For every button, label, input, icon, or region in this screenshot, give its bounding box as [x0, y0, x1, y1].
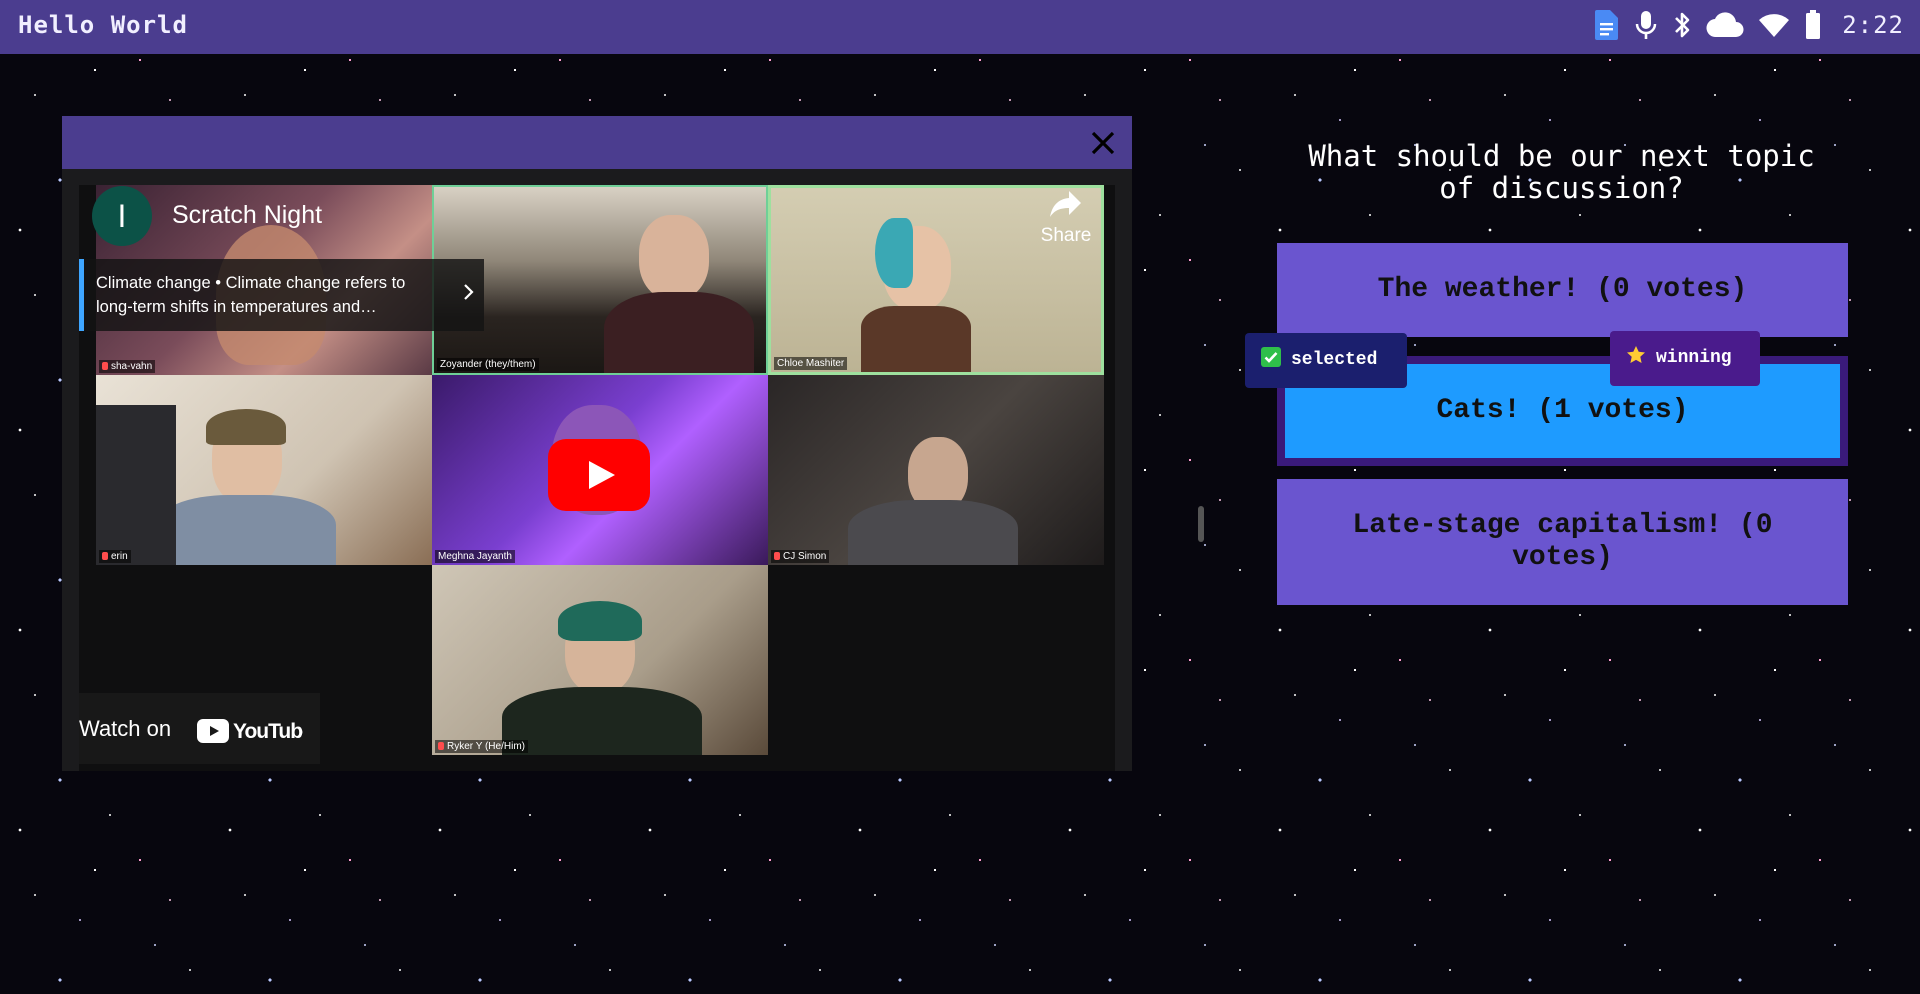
poll-option-label: Late-stage capitalism! (0 votes) — [1352, 510, 1773, 573]
youtube-player[interactable]: sha-vahn Zoyander (they/them) Chloe Mash… — [79, 185, 1115, 771]
info-card[interactable]: Climate change • Climate change refers t… — [79, 259, 484, 331]
microphone-icon — [1634, 10, 1658, 40]
poll-option-late-stage-capitalism[interactable]: Late-stage capitalism! (0 votes) — [1277, 479, 1848, 605]
watch-on-youtube-button[interactable]: Watch on YouTube — [79, 693, 320, 764]
selected-badge-label: selected — [1291, 350, 1378, 370]
winning-badge-label: winning — [1656, 348, 1732, 368]
poll-option-weather[interactable]: The weather! (0 votes) — [1277, 243, 1848, 337]
star-icon — [1626, 334, 1646, 363]
share-icon — [1050, 191, 1081, 217]
participant-name-label: sha-vahn — [99, 360, 156, 373]
check-icon — [1261, 336, 1281, 367]
close-button[interactable] — [1088, 128, 1118, 158]
bluetooth-icon — [1672, 10, 1692, 40]
participant-name-label: CJ Simon — [771, 550, 830, 563]
play-button[interactable] — [548, 439, 650, 511]
participant-name-label: Ryker Y (He/Him) — [435, 740, 528, 753]
cloud-icon — [1706, 12, 1744, 38]
selected-badge: selected — [1245, 333, 1407, 388]
video-header: I Scratch Night Share — [79, 185, 1115, 255]
participant-name-label: Meghna Jayanth — [435, 550, 515, 563]
share-label: Share — [1040, 225, 1092, 246]
participant-name-label: Zoyander (they/them) — [437, 358, 539, 371]
participant-tile: Ryker Y (He/Him) — [432, 565, 768, 755]
info-card-text: Climate change • Climate change refers t… — [96, 274, 406, 316]
video-popup: sha-vahn Zoyander (they/them) Chloe Mash… — [62, 116, 1132, 771]
watch-on-label: Watch on — [79, 716, 172, 741]
svg-text:YouTube: YouTube — [233, 720, 303, 743]
clock: 2:22 — [1842, 11, 1904, 39]
document-icon[interactable] — [1594, 10, 1620, 40]
status-icons: 2:22 — [1594, 10, 1904, 40]
video-popup-titlebar — [62, 116, 1132, 169]
chevron-right-icon — [464, 284, 474, 300]
video-title[interactable]: Scratch Night — [172, 201, 322, 230]
participant-tile: erin — [96, 375, 432, 565]
channel-avatar[interactable]: I — [92, 186, 152, 246]
poll-question: What should be our next topic of discuss… — [1308, 139, 1815, 205]
poll-option-label: The weather! (0 votes) — [1377, 274, 1748, 305]
participant-name-label: Chloe Mashiter — [774, 357, 848, 370]
share-button[interactable]: Share — [1031, 189, 1101, 247]
participant-name-label: erin — [99, 550, 131, 563]
resize-handle[interactable] — [1198, 506, 1204, 542]
poll-panel: What should be our next topic of discuss… — [1245, 139, 1848, 605]
poll-option-label: Cats! (1 votes) — [1436, 395, 1689, 426]
app-title: Hello World — [18, 11, 188, 39]
wifi-icon — [1758, 12, 1790, 38]
participant-tile: CJ Simon — [768, 375, 1104, 565]
close-icon — [1091, 131, 1115, 155]
battery-icon — [1804, 10, 1822, 40]
youtube-logo: YouTube — [197, 717, 314, 750]
top-status-bar: Hello World 2:22 — [0, 0, 1920, 54]
winning-badge: winning — [1610, 331, 1760, 386]
